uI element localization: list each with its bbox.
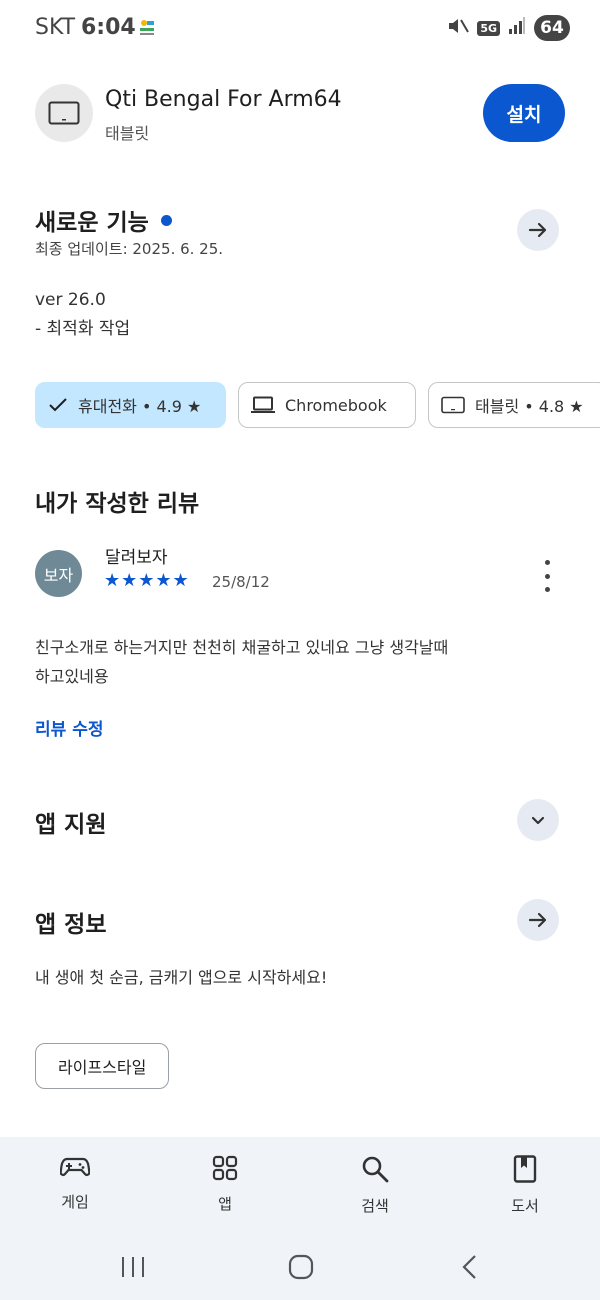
more-options-button[interactable] <box>535 560 559 592</box>
book-icon <box>513 1155 537 1183</box>
apps-grid-icon <box>212 1155 238 1181</box>
mute-icon <box>447 16 470 40</box>
signal-icon <box>508 17 526 39</box>
bottom-navigation: 게임 앱 검색 도서 <box>0 1137 600 1237</box>
back-button[interactable] <box>450 1251 490 1283</box>
check-icon <box>48 397 68 413</box>
dot-icon <box>544 560 550 565</box>
app-title: Qti Bengal For Arm64 <box>105 87 342 112</box>
install-button[interactable]: 설치 <box>483 84 565 142</box>
review-date: 25/8/12 <box>212 573 270 591</box>
app-support-title: 앱 지원 <box>35 812 107 838</box>
review-text: 친구소개로 하는거지만 천천히 채굴하고 있네요 그냥 생각날때 하고있네용 <box>35 633 555 691</box>
chip-label: Chromebook <box>285 395 387 415</box>
whats-new-arrow-button[interactable] <box>517 209 559 251</box>
chip-tablet[interactable]: 태블릿 • 4.8 ★ <box>428 382 600 428</box>
version-line: ver 26.0 <box>35 290 106 310</box>
review-text-line: 친구소개로 하는거지만 천천히 채굴하고 있네요 그냥 생각날때 <box>35 638 449 657</box>
tablet-icon <box>441 396 465 414</box>
app-info-title: 앱 정보 <box>35 912 107 938</box>
nav-label: 앱 <box>218 1195 232 1213</box>
chip-phone[interactable]: 휴대전화 • 4.9 ★ <box>35 382 226 428</box>
new-indicator-dot <box>160 215 172 226</box>
recent-apps-button[interactable] <box>113 1251 153 1283</box>
last-updated: 최종 업데이트: 2025. 6. 25. <box>35 240 224 258</box>
whats-new-label: 새로운 기능 <box>35 210 149 236</box>
app-description: 내 생애 첫 순금, 금캐기 앱으로 시작하세요! <box>35 968 328 987</box>
reviewer-name: 달려보자 <box>105 548 168 568</box>
app-icon <box>35 84 93 142</box>
star-rating: ★★★★★ <box>104 570 190 591</box>
arrow-right-icon <box>528 222 547 238</box>
nav-label: 도서 <box>511 1197 539 1215</box>
network-badge: 5G <box>477 20 500 36</box>
arrow-right-icon <box>528 912 547 928</box>
release-note-line: - 최적화 작업 <box>35 319 131 339</box>
laptop-icon <box>251 396 275 414</box>
nav-search[interactable]: 검색 <box>325 1155 425 1216</box>
review-text-line: 하고있네용 <box>35 667 109 686</box>
carrier-label: SKT <box>35 15 76 40</box>
category-chip[interactable]: 라이프스타일 <box>35 1043 170 1089</box>
gamepad-icon <box>60 1157 90 1177</box>
home-button[interactable] <box>281 1251 321 1283</box>
app-header: Qti Bengal For Arm64 태블릿 설치 <box>35 84 565 144</box>
chevron-down-icon <box>531 816 545 825</box>
home-icon <box>288 1254 314 1280</box>
chip-label: 태블릿 • 4.8 ★ <box>475 397 584 416</box>
recent-apps-icon <box>122 1257 144 1277</box>
search-icon <box>362 1156 389 1183</box>
app-support-expand-button[interactable] <box>517 799 559 841</box>
my-review-title: 내가 작성한 리뷰 <box>35 491 200 517</box>
nav-label: 검색 <box>361 1197 389 1215</box>
tablet-icon <box>48 101 80 125</box>
status-bar: SKT 6:04 5G 64 <box>0 0 600 56</box>
app-info-arrow-button[interactable] <box>517 899 559 941</box>
edit-review-link[interactable]: 리뷰 수정 <box>35 715 103 740</box>
system-navigation-bar <box>0 1237 600 1300</box>
dot-icon <box>544 573 550 579</box>
nav-apps[interactable]: 앱 <box>175 1155 275 1214</box>
battery-indicator: 64 <box>534 15 570 41</box>
chip-chromebook[interactable]: Chromebook <box>238 382 416 428</box>
clock: 6:04 <box>81 15 136 40</box>
back-icon <box>462 1255 476 1279</box>
chip-label: 휴대전화 • 4.9 ★ <box>78 397 202 416</box>
device-chips: 휴대전화 • 4.9 ★ Chromebook 태블릿 • 4.8 ★ <box>35 382 600 428</box>
dot-icon <box>544 587 550 592</box>
nav-games[interactable]: 게임 <box>25 1155 125 1212</box>
whats-new-title: 새로운 기능 <box>35 203 172 237</box>
notification-icon <box>138 18 156 38</box>
nav-books[interactable]: 도서 <box>475 1155 575 1216</box>
nav-label: 게임 <box>61 1193 89 1211</box>
release-notes: ver 26.0 - 최적화 작업 <box>35 286 130 344</box>
app-device-type: 태블릿 <box>105 124 150 143</box>
avatar: 보자 <box>35 550 82 597</box>
